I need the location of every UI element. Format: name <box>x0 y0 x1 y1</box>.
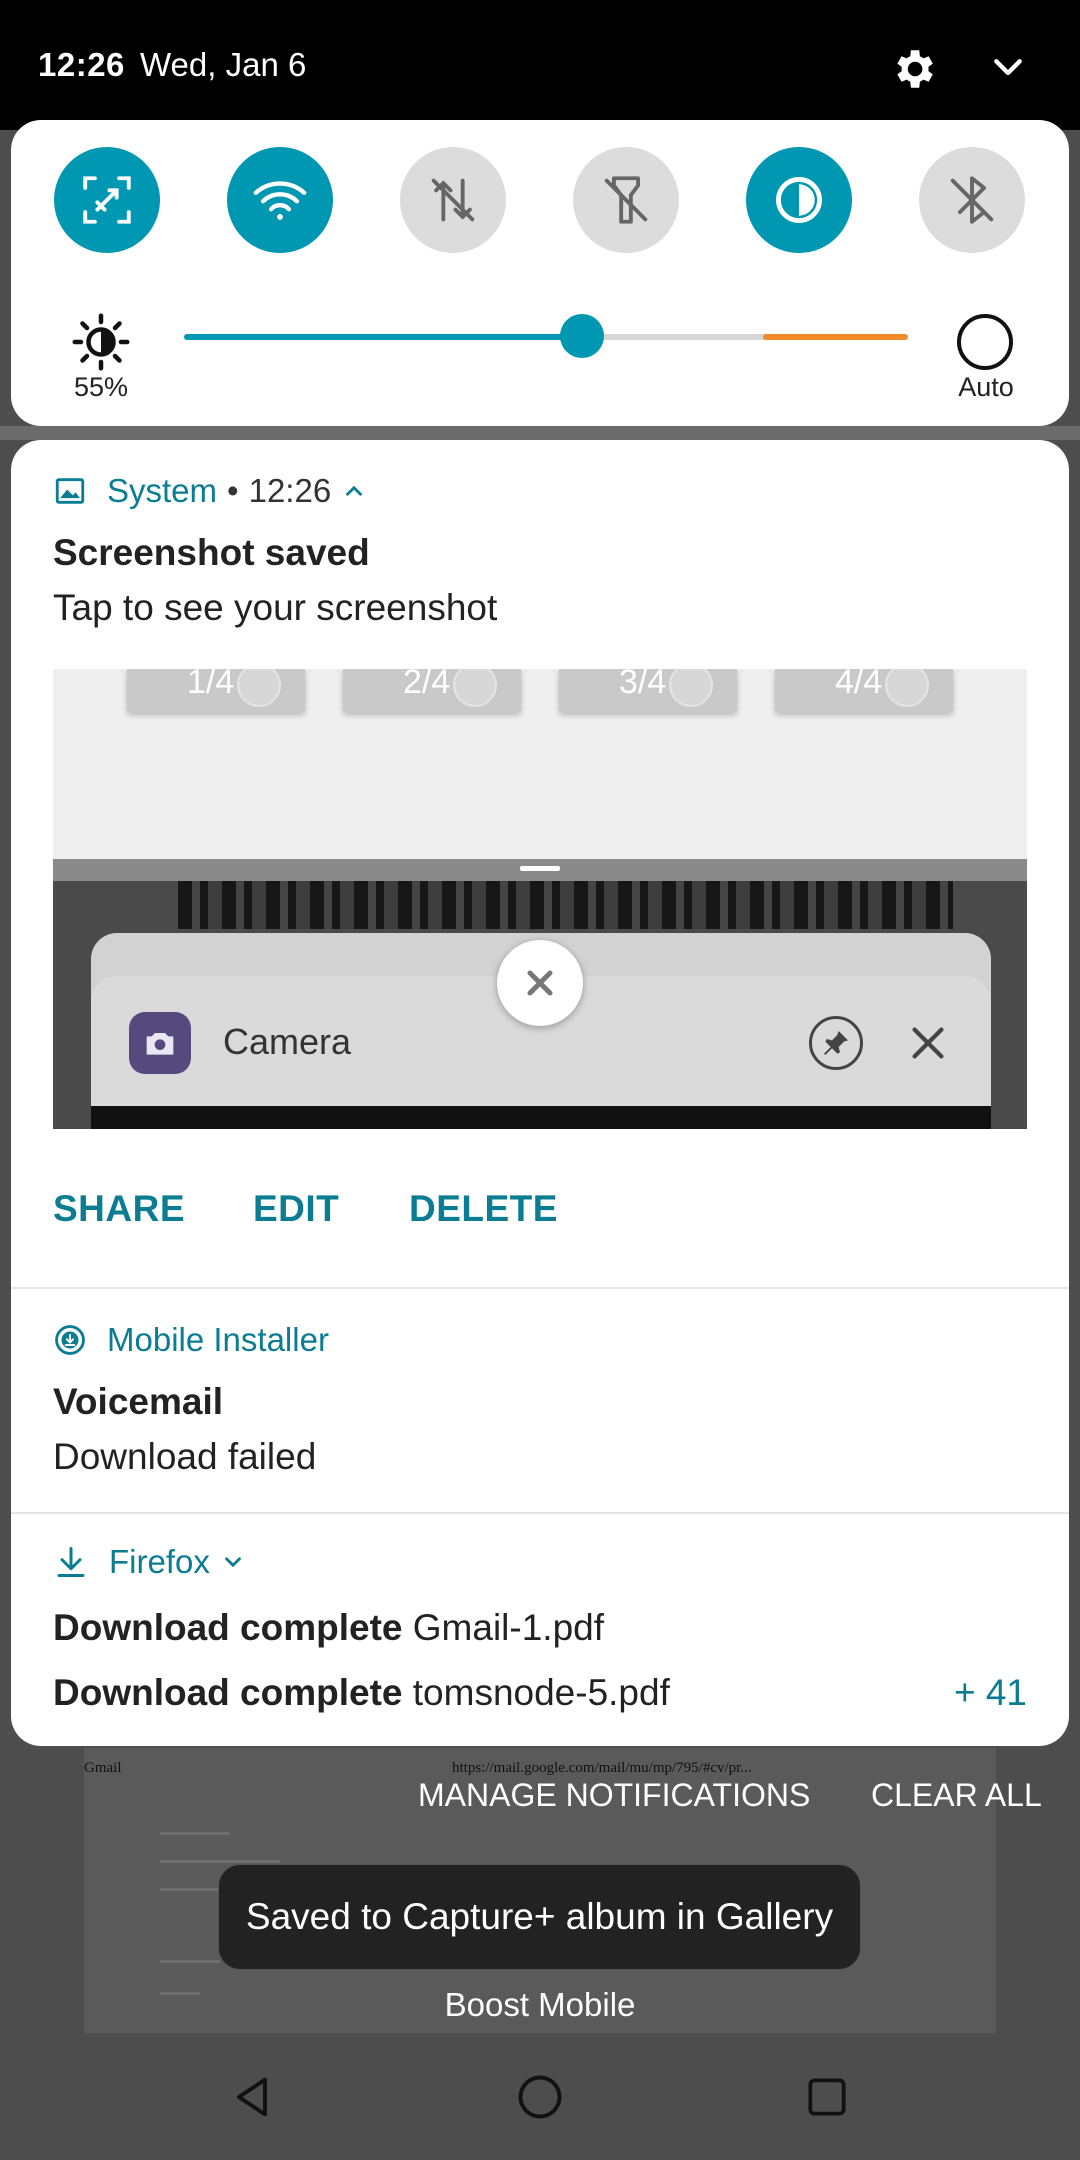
flashlight-tile[interactable] <box>573 147 679 253</box>
share-button[interactable]: SHARE <box>53 1188 185 1230</box>
preview-card: 2/4 <box>343 669 521 713</box>
manage-notifications-button[interactable]: MANAGE NOTIFICATIONS <box>418 1777 810 1814</box>
preview-card: 4/4 <box>775 669 953 713</box>
delete-button[interactable]: DELETE <box>409 1188 558 1230</box>
preview-drag-handle <box>520 866 560 871</box>
chevron-down-icon[interactable] <box>220 1549 246 1575</box>
notification-line: Download complete tomsnode-5.pdf <box>53 1672 670 1714</box>
notification-line-text: tomsnode-5.pdf <box>412 1672 670 1713</box>
recents-button[interactable] <box>792 2062 862 2132</box>
close-all-icon <box>497 940 583 1026</box>
notifications-panel: System • 12:26 Screenshot saved Tap to s… <box>11 440 1069 1746</box>
screen-capture-tile[interactable] <box>54 147 160 253</box>
back-button[interactable] <box>217 2062 287 2132</box>
divider <box>11 1287 1069 1289</box>
home-icon <box>518 2075 562 2119</box>
auto-brightness-label: Auto <box>958 372 1014 402</box>
notification-title: Screenshot saved <box>53 532 370 573</box>
back-icon <box>237 2077 267 2117</box>
background-page-title: Gmail <box>84 1760 122 1776</box>
notification-time: 12:26 <box>248 472 332 509</box>
navigation-bar <box>0 2034 1080 2160</box>
brightness-slider[interactable] <box>184 314 908 358</box>
wifi-tile[interactable] <box>227 147 333 253</box>
flashlight-off-icon <box>604 176 648 224</box>
screenshot-preview[interactable]: 1/4 2/4 3/4 4/4 Camera <box>53 669 1027 1129</box>
status-bar: 12:26 Wed, Jan 6 <box>0 0 1080 130</box>
background-page-url: https://mail.google.com/mail/mu/mp/795/#… <box>452 1760 752 1776</box>
notification-text: Tap to see your screenshot <box>53 587 498 628</box>
clear-all-button[interactable]: CLEAR ALL <box>871 1777 1042 1814</box>
preview-qr-strip <box>178 881 953 929</box>
notification-app-name: Firefox <box>109 1543 210 1580</box>
recent-app-label: Camera <box>223 1021 352 1062</box>
data-transfer-off-icon <box>431 178 475 222</box>
notification-header: Firefox <box>53 1543 246 1581</box>
recent-card-bottom <box>91 1106 991 1129</box>
capture-icon <box>83 176 131 224</box>
mobile-data-tile[interactable] <box>400 147 506 253</box>
auto-brightness-toggle[interactable] <box>957 314 1013 370</box>
bluetooth-off-icon <box>950 176 994 224</box>
notification-line: Download complete Gmail-1.pdf <box>53 1607 604 1649</box>
background-band <box>0 426 1080 440</box>
notification-header: System • 12:26 <box>53 472 367 510</box>
preview-card-label: 1/4 <box>187 669 235 701</box>
camera-icon <box>129 1012 191 1074</box>
image-icon <box>55 478 85 504</box>
bluetooth-tile[interactable] <box>919 147 1025 253</box>
brightness-slider-thumb[interactable] <box>560 314 604 358</box>
carrier-label: Boost Mobile <box>444 1986 636 2023</box>
background-line <box>160 1832 230 1835</box>
edit-button[interactable]: EDIT <box>253 1188 339 1230</box>
close-icon <box>912 1027 944 1059</box>
more-count-badge: + 41 <box>953 1672 1027 1713</box>
preview-card: 1/4 <box>127 669 305 713</box>
invert-colors-tile[interactable] <box>746 147 852 253</box>
notification-line-text: Gmail-1.pdf <box>412 1607 604 1648</box>
notification-app-name: System <box>107 472 218 509</box>
divider <box>11 1512 1069 1514</box>
chevron-down-icon[interactable] <box>988 48 1028 88</box>
status-time: 12:26 <box>38 46 125 83</box>
chevron-up-icon[interactable] <box>341 478 367 504</box>
contrast-icon <box>776 177 822 223</box>
status-date: Wed, Jan 6 <box>140 46 307 83</box>
settings-icon[interactable] <box>888 44 938 94</box>
preview-card-label: 3/4 <box>619 669 667 701</box>
background-line <box>160 1960 220 1963</box>
quick-settings-panel: 55% Auto <box>11 120 1069 426</box>
download-icon <box>57 1547 85 1577</box>
preview-card-label: 2/4 <box>403 669 451 701</box>
brightness-slider-warm-zone <box>763 334 908 340</box>
download-circle-icon <box>55 1325 85 1355</box>
recents-icon <box>808 2078 846 2116</box>
wifi-icon <box>253 181 307 220</box>
toast-message: Saved to Capture+ album in Gallery <box>218 1864 861 1970</box>
preview-card-label: 4/4 <box>835 669 883 701</box>
brightness-slider-fill <box>184 334 582 340</box>
notification-line-bold: Download complete <box>53 1672 403 1713</box>
home-button[interactable] <box>505 2062 575 2132</box>
notification-text: Download failed <box>53 1436 317 1477</box>
pin-icon <box>809 1016 863 1070</box>
notification-title: Voicemail <box>53 1381 224 1422</box>
brightness-value: 55% <box>73 372 129 402</box>
background-line <box>160 1860 280 1863</box>
header-separator: • <box>227 472 239 509</box>
notification-app-name: Mobile Installer <box>107 1321 329 1358</box>
notification-line-bold: Download complete <box>53 1607 403 1648</box>
notification-header: Mobile Installer <box>53 1321 329 1359</box>
brightness-icon <box>72 313 130 371</box>
preview-card: 3/4 <box>559 669 737 713</box>
